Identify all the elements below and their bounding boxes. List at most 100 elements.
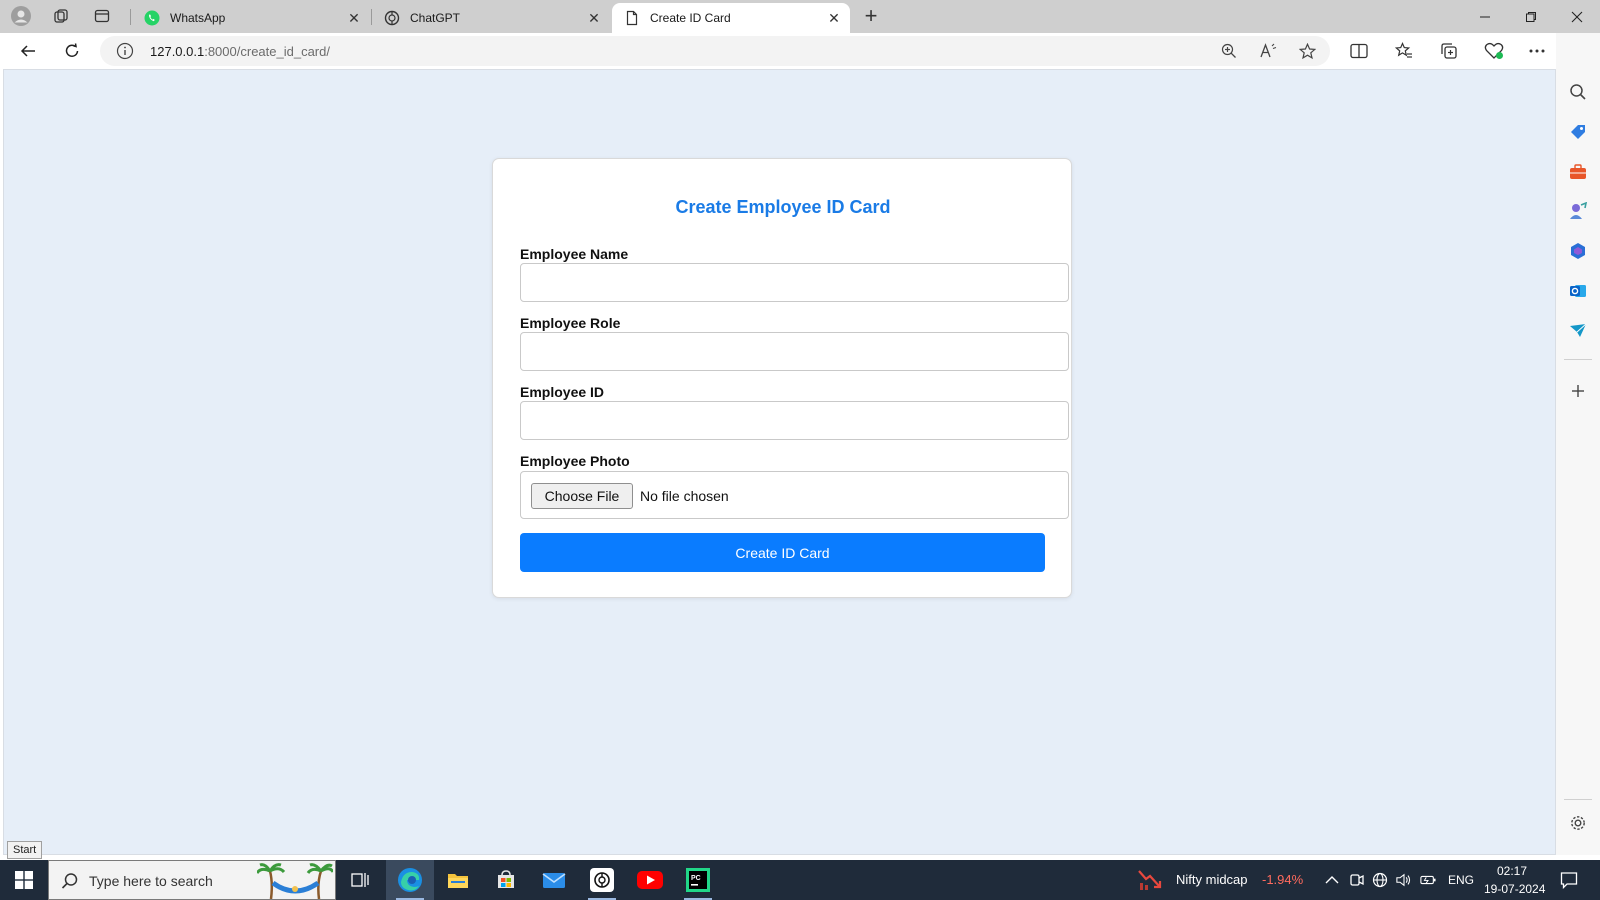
minimize-icon[interactable] xyxy=(1462,0,1508,33)
browser-essentials-button[interactable] xyxy=(1479,37,1509,65)
pycharm-icon: PC xyxy=(686,868,710,892)
gear-icon xyxy=(1571,816,1585,830)
employee-name-label: Employee Name xyxy=(520,246,629,262)
sidebar-divider xyxy=(1564,799,1592,800)
navigation-bar: 127.0.0.1:8000/create_id_card/ xyxy=(0,33,1600,69)
chatgpt-icon xyxy=(384,10,400,26)
tab-separator xyxy=(130,9,131,25)
microsoft365-icon xyxy=(1571,243,1585,259)
profile-button[interactable] xyxy=(8,4,34,28)
workspaces-button[interactable] xyxy=(48,4,74,28)
tab-create-id-card[interactable]: Create ID Card ✕ xyxy=(612,3,850,33)
new-tab-icon[interactable]: + xyxy=(858,3,884,28)
store-icon xyxy=(498,870,514,888)
plus-icon xyxy=(1572,385,1584,397)
url-text[interactable]: 127.0.0.1:8000/create_id_card/ xyxy=(150,44,330,59)
volume-icon[interactable] xyxy=(1396,872,1412,888)
taskbar-pycharm-button[interactable]: PC xyxy=(674,860,722,900)
refresh-button[interactable] xyxy=(57,37,87,65)
tab-label: WhatsApp xyxy=(170,11,226,25)
id-card-form: Create Employee ID Card Employee Name Em… xyxy=(492,158,1072,598)
close-tab-icon[interactable]: ✕ xyxy=(344,8,364,28)
task-view-icon xyxy=(351,873,369,887)
employee-photo-label: Employee Photo xyxy=(520,453,630,469)
network-globe-icon[interactable] xyxy=(1372,872,1388,888)
file-status-text: No file chosen xyxy=(640,488,729,504)
profile-icon xyxy=(11,6,31,26)
zoom-button[interactable] xyxy=(1216,40,1242,62)
site-info-icon[interactable] xyxy=(116,42,134,60)
read-aloud-button[interactable] xyxy=(1256,40,1282,62)
edge-browser-icon xyxy=(398,868,422,892)
sidebar-microsoft365-button[interactable] xyxy=(1566,239,1590,263)
settings-and-more-button[interactable] xyxy=(1522,37,1552,65)
taskbar-search-box[interactable]: Type here to search xyxy=(48,860,336,900)
stock-name: Nifty midcap xyxy=(1176,872,1248,887)
show-hidden-icons-icon[interactable] xyxy=(1324,872,1340,888)
notification-center-icon[interactable] xyxy=(1560,871,1578,889)
mail-icon xyxy=(542,873,566,888)
choose-file-button[interactable]: Choose File xyxy=(531,483,633,509)
sidebar-search-button[interactable] xyxy=(1566,80,1590,104)
sidebar-drop-button[interactable] xyxy=(1566,319,1590,343)
employee-name-input[interactable] xyxy=(520,263,1069,302)
workspaces-icon xyxy=(54,9,68,23)
sidebar-divider xyxy=(1564,359,1592,360)
input-language[interactable]: ENG xyxy=(1448,873,1474,887)
toolbox-icon xyxy=(1570,164,1586,179)
employee-id-input[interactable] xyxy=(520,401,1069,440)
employee-photo-input[interactable]: Choose File No file chosen xyxy=(520,471,1069,519)
meet-now-icon[interactable] xyxy=(1348,872,1364,888)
back-arrow-icon xyxy=(20,45,35,57)
close-window-icon[interactable] xyxy=(1554,0,1600,33)
employee-role-label: Employee Role xyxy=(520,315,621,331)
address-bar[interactable]: 127.0.0.1:8000/create_id_card/ xyxy=(100,36,1330,66)
taskbar-edge-button[interactable] xyxy=(386,860,434,900)
favorites-button[interactable] xyxy=(1389,37,1419,65)
stock-down-icon xyxy=(1138,870,1162,890)
employee-role-input[interactable] xyxy=(520,332,1069,371)
zoom-in-icon xyxy=(1221,43,1236,58)
shopping-tag-icon xyxy=(1571,125,1585,139)
tab-label: Create ID Card xyxy=(650,11,731,25)
folder-icon xyxy=(448,874,468,888)
sidebar-outlook-button[interactable] xyxy=(1566,279,1590,303)
taskbar: Type here to search PC Nifty midcap -1.9… xyxy=(0,860,1600,900)
tab-actions-button[interactable] xyxy=(89,4,115,28)
favorite-button[interactable] xyxy=(1294,40,1320,62)
split-screen-button[interactable] xyxy=(1344,37,1374,65)
sidebar-shopping-button[interactable] xyxy=(1566,120,1590,144)
tab-whatsapp[interactable]: WhatsApp ✕ xyxy=(132,3,370,33)
taskbar-chatgpt-button[interactable] xyxy=(578,860,626,900)
sidebar-games-button[interactable] xyxy=(1566,199,1590,223)
employee-id-label: Employee ID xyxy=(520,384,605,400)
taskbar-youtube-button[interactable] xyxy=(626,860,674,900)
restore-icon[interactable] xyxy=(1508,0,1554,33)
battery-icon[interactable] xyxy=(1420,872,1436,888)
close-tab-icon[interactable]: ✕ xyxy=(584,8,604,28)
clock-date[interactable]: 19-07-2024 xyxy=(1484,882,1545,896)
taskbar-explorer-button[interactable] xyxy=(434,860,482,900)
task-view-button[interactable] xyxy=(336,860,384,900)
tab-strip: WhatsApp ✕ ChatGPT ✕ Create ID Card ✕ + xyxy=(0,0,1600,33)
taskbar-mail-button[interactable] xyxy=(530,860,578,900)
start-button[interactable] xyxy=(0,860,48,900)
more-options-icon xyxy=(1529,49,1545,53)
close-tab-icon[interactable]: ✕ xyxy=(824,8,844,28)
back-button[interactable] xyxy=(13,37,43,65)
taskbar-store-button[interactable] xyxy=(482,860,530,900)
create-id-card-button[interactable]: Create ID Card xyxy=(520,533,1045,572)
tab-chatgpt[interactable]: ChatGPT ✕ xyxy=(372,3,610,33)
collections-button[interactable] xyxy=(1434,37,1464,65)
url-host: 127.0.0.1 xyxy=(150,44,205,59)
whatsapp-icon xyxy=(144,10,160,26)
split-screen-icon xyxy=(1350,43,1368,59)
search-placeholder: Type here to search xyxy=(89,873,213,889)
chatgpt-icon xyxy=(590,868,614,892)
sidebar-add-button[interactable] xyxy=(1566,379,1590,403)
page-title: Create Employee ID Card xyxy=(675,197,891,217)
clock-time[interactable]: 02:17 xyxy=(1497,864,1527,878)
sidebar-tools-button[interactable] xyxy=(1566,160,1590,184)
sidebar-settings-button[interactable] xyxy=(1566,811,1590,835)
stock-change: -1.94% xyxy=(1262,872,1304,887)
